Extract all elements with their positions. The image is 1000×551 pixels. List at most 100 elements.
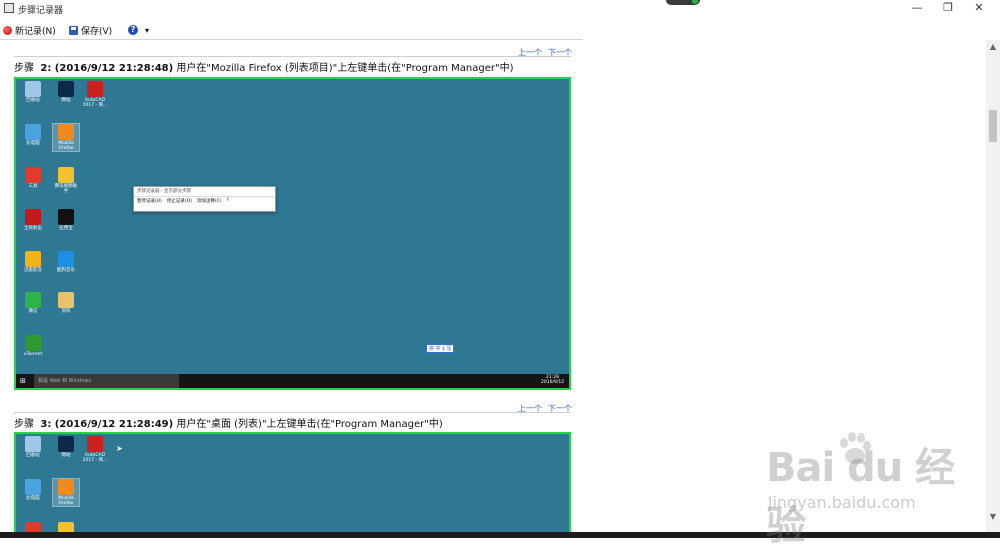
chevron-down-icon: ▾ [145, 25, 150, 35]
save-label: 保存(V) [81, 26, 113, 37]
tencent-icon [58, 167, 74, 183]
qq-icon [58, 209, 74, 225]
utorrent-icon [25, 335, 41, 351]
new-record-button[interactable]: 新记录(N) [3, 22, 56, 38]
step-2-screenshot[interactable]: 回收站 网站 AutoCAD 2017 - 简... 此电脑 Mozilla Firef… [14, 77, 571, 390]
desktop-icon: 此电脑 [20, 479, 46, 501]
help-icon: ? [128, 25, 138, 35]
game-icon [25, 209, 41, 225]
desktop-icon-label: 回收站 [26, 98, 40, 103]
desktop-icon: AutoCAD 2017 - 简... [82, 81, 108, 108]
computer-icon [25, 124, 41, 140]
desktop-icon: 全民射击 [20, 209, 46, 231]
desktop-icon-label: Mozilla Firefox [58, 496, 74, 506]
step-number-time: 2: (2016/9/12 21:28:48) [40, 63, 174, 74]
desktop-icon: 腾讯视频助手 [53, 167, 79, 194]
taskbar: ⊞ 我是 Web 和 Windows 21:28 2016/9/12 [16, 374, 569, 388]
desktop-icon-label: 微信 [28, 309, 38, 314]
desktop-icon-label: AutoCAD 2017 - 简... [82, 98, 108, 108]
desktop-icon-label: uTorrent [23, 352, 43, 357]
windows-start-icon: ⊞ [20, 377, 26, 385]
stop-record-button: 停止记录(O) [166, 199, 192, 204]
divider [14, 56, 571, 57]
folder-icon [58, 292, 74, 308]
autocad-icon [87, 436, 103, 452]
pause-record-button: 暂停记录(U) [137, 199, 162, 204]
desktop-icon: Mozilla Firefox [52, 123, 80, 152]
desktop-icon-label: 腾讯视频助手 [54, 184, 78, 194]
desktop-icon: 工具 [20, 167, 46, 189]
step-description: 用户在"桌面 (列表)"上左键单击(在"Program Manager"中) [173, 419, 443, 430]
desktop-icon-label: 酷狗音乐 [57, 268, 75, 273]
tool-icon [25, 167, 41, 183]
desktop-icon-label: 网站 [61, 98, 71, 103]
desktop-icon: uTorrent [20, 335, 46, 357]
step-prefix: 步骤 [14, 419, 34, 430]
desktop-icon: 微信 [20, 292, 46, 314]
popup-toolbar: 暂停记录(U) 停止记录(O) 添加注释(C) ? [134, 196, 275, 205]
popup-title: 步骤记录器 - 显示部分步骤 [137, 189, 191, 194]
desktop-icon-label: 迅雷影音 [24, 268, 42, 273]
firefox-icon [58, 479, 74, 495]
taskbar-search: 我是 Web 和 Windows [34, 374, 179, 388]
divider [14, 412, 571, 413]
desktop-icon-label: 此电脑 [26, 141, 40, 146]
desktop-icon: 迅雷影音 [20, 251, 46, 273]
firefox-icon [58, 124, 74, 140]
desktop-icon: 此电脑 [20, 124, 46, 146]
thunder-icon [25, 251, 41, 267]
maximize-button[interactable]: ❐ [931, 0, 965, 18]
desktop-icon-label: 全民射击 [24, 226, 42, 231]
step-3-title: 步骤 3: (2016/9/12 21:28:49) 用户在"桌面 (列表)"上… [14, 415, 443, 430]
new-record-label: 新记录(N) [15, 26, 56, 37]
desktop-icon-label: 应用宝 [59, 226, 73, 231]
steps-recorder-app-icon [4, 3, 14, 13]
desktop-icon: 资料 [53, 292, 79, 314]
close-button[interactable]: ✕ [962, 0, 996, 18]
window-title: 步骤记录器 [18, 6, 64, 16]
desktop-icon: Mozilla Firefox [52, 478, 80, 507]
desktop-icon-label: AutoCAD 2017 - 简... [82, 453, 108, 463]
scroll-up-arrow-icon[interactable]: ▲ [986, 40, 1000, 54]
minimize-button[interactable]: — [900, 0, 934, 18]
recycle-bin-icon [25, 81, 41, 97]
watermark-url: jingyan.baidu.com [768, 493, 916, 512]
desktop-icon: AutoCAD 2017 - 简... [82, 436, 108, 463]
desktop-icon-label: 工具 [28, 184, 38, 189]
autocad-icon [87, 81, 103, 97]
save-button[interactable]: 保存(V) [69, 22, 112, 38]
desktop-icon-label: 此电脑 [26, 496, 40, 501]
desktop-icon-label: 资料 [61, 309, 71, 314]
step-2-title: 步骤 2: (2016/9/12 21:28:48) 用户在"Mozilla F… [14, 59, 514, 74]
baidu-jingyan-watermark: Bai du 经验 jingyan.baidu.com [756, 425, 986, 549]
recycle-bin-icon [25, 436, 41, 452]
step-description: 用户在"Mozilla Firefox (列表项目)"上左键单击(在"Progr… [173, 63, 514, 74]
desktop-icon: 应用宝 [53, 209, 79, 231]
desktop-icon: 回收站 [20, 436, 46, 458]
step-3-screenshot[interactable]: 回收站 网站 AutoCAD 2017 - 简... 此电脑 Mozilla Firef… [14, 432, 571, 538]
taskbar-clock: 21:28 2016/9/12 [541, 375, 564, 385]
popup-help-icon: ? [226, 198, 229, 203]
desktop-icon: 酷狗音乐 [53, 251, 79, 273]
desktop-icon-label: Mozilla Firefox [58, 141, 74, 151]
step-number-time: 3: (2016/9/12 21:28:49) [40, 419, 174, 430]
scrollbar-thumb[interactable] [989, 110, 997, 142]
ime-toolbar: 拼 中 ∮ 写 [426, 344, 455, 353]
kugou-icon [58, 251, 74, 267]
mouse-cursor-icon: ➤ [116, 444, 123, 453]
help-button[interactable]: ? ▾ [128, 22, 149, 38]
taskbar-date: 2016/9/12 [541, 380, 565, 385]
desktop-icon: 网站 [53, 81, 79, 103]
title-bar [0, 0, 1000, 18]
save-icon [69, 25, 78, 35]
desktop-icon: 网站 [53, 436, 79, 458]
desktop-icon: 回收站 [20, 81, 46, 103]
scroll-down-arrow-icon[interactable]: ▼ [986, 510, 1000, 524]
add-comment-button: 添加注释(C) [196, 199, 222, 204]
desktop-icon-label: 网站 [61, 453, 71, 458]
recorder-popup: 步骤记录器 - 显示部分步骤 暂停记录(U) 停止记录(O) 添加注释(C) ? [133, 186, 276, 212]
wechat-icon [25, 292, 41, 308]
desktop-icon-label: 回收站 [26, 453, 40, 458]
photoshop-icon [58, 81, 74, 97]
computer-icon [25, 479, 41, 495]
